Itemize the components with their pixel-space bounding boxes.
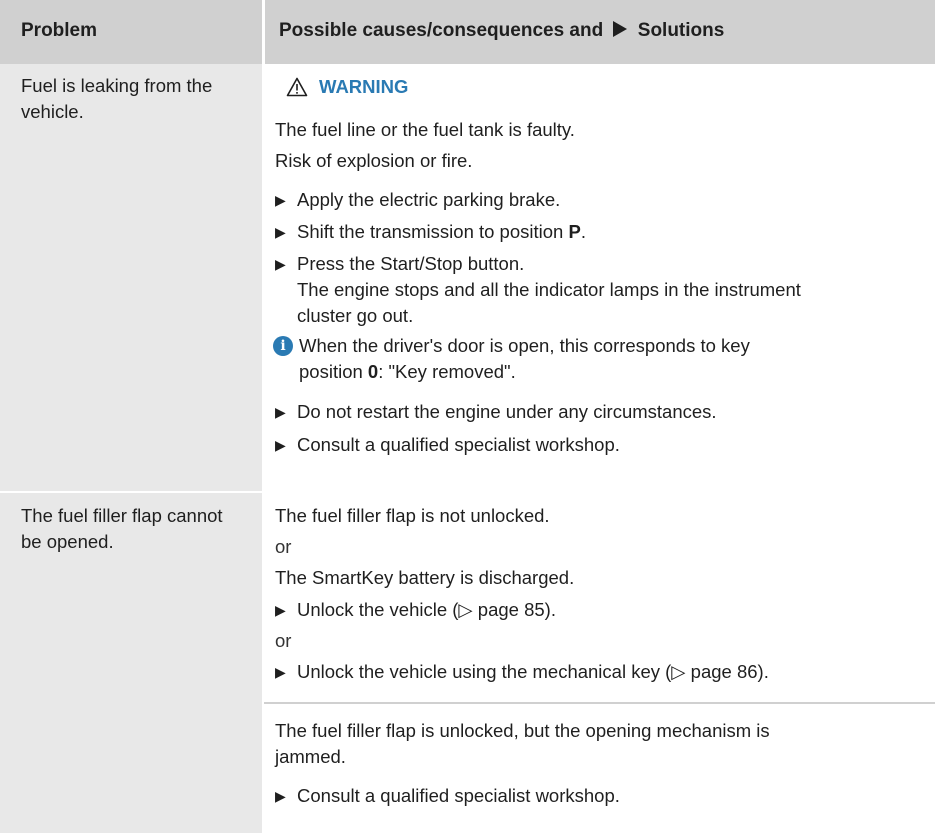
row1-step-5: Consult a qualified specialist workshop. <box>297 434 620 455</box>
bullet-arrow-icon: ▶ <box>275 788 286 804</box>
info-icon: i <box>273 336 293 356</box>
position-p: P <box>568 221 581 242</box>
row2-or-2: or <box>275 630 292 651</box>
row1-problem-text: Fuel is leaking from the vehicle. <box>21 75 213 122</box>
play-arrow-icon <box>613 21 628 37</box>
row1-step-3-result-1: The engine stops and all the indicator l… <box>297 279 801 300</box>
row1-step-1: Apply the electric parking brake. <box>297 189 561 210</box>
row1-problem-cell <box>0 64 262 491</box>
bullet-arrow-icon: ▶ <box>275 224 286 240</box>
bullet-arrow-icon: ▶ <box>275 437 286 453</box>
row1-info-2: position 0: "Key removed". <box>299 359 516 385</box>
row1-step-2: Shift the transmission to position P. <box>297 219 586 245</box>
row2-or-1: or <box>275 536 292 557</box>
row1-step-3-result-2: cluster go out. <box>297 305 414 326</box>
row1-step-2-end: . <box>580 221 586 242</box>
bullet-arrow-icon: ▶ <box>275 192 286 208</box>
row1-line-1: The fuel line or the fuel tank is faulty… <box>275 119 575 140</box>
header-causes-label: Possible causes/consequences and <box>279 20 604 41</box>
row1-step-3: Press the Start/Stop button. <box>297 253 525 274</box>
row1-info-2-end: : "Key removed". <box>378 361 516 382</box>
header-problem-label: Problem <box>21 20 98 41</box>
row1-line-2: Risk of explosion or fire. <box>275 150 473 171</box>
row1-info-2-text: position <box>299 361 368 382</box>
troubleshooting-table: Problem Possible causes/consequences and… <box>0 0 935 833</box>
warning-title: WARNING <box>319 76 409 97</box>
row2-line-1: The fuel filler flap is not unlocked. <box>275 505 550 526</box>
row-separator <box>0 491 935 493</box>
warning-triangle-icon <box>286 77 308 97</box>
row2-problem-text: The fuel filler flap cannot be opened. <box>21 505 223 552</box>
bullet-arrow-icon: ▶ <box>275 602 286 618</box>
row3-line-1: The fuel filler flap is unlocked, but th… <box>275 720 770 741</box>
row3-step-1: Consult a qualified specialist workshop. <box>297 785 620 806</box>
row1-step-4: Do not restart the engine under any circ… <box>297 401 717 422</box>
row2-line-2: The SmartKey battery is discharged. <box>275 567 575 588</box>
row-divider <box>264 702 935 704</box>
row1-step-2-text: Shift the transmission to position <box>297 221 569 242</box>
row2-step-2: Unlock the vehicle using the mechanical … <box>297 661 769 682</box>
bullet-arrow-icon: ▶ <box>275 256 286 272</box>
header-problem: Problem <box>0 0 262 64</box>
row2-step-1: Unlock the vehicle (▷ page 85). <box>297 599 556 620</box>
bullet-arrow-icon: ▶ <box>275 664 286 680</box>
row1-info-1: When the driver's door is open, this cor… <box>299 335 750 356</box>
header-solutions-label: Solutions <box>637 20 725 41</box>
row3-line-2: jammed. <box>275 746 346 767</box>
header-causes: Possible causes/consequences and Solutio… <box>265 0 935 64</box>
key-position-0: 0 <box>367 361 379 382</box>
bullet-arrow-icon: ▶ <box>275 404 286 420</box>
